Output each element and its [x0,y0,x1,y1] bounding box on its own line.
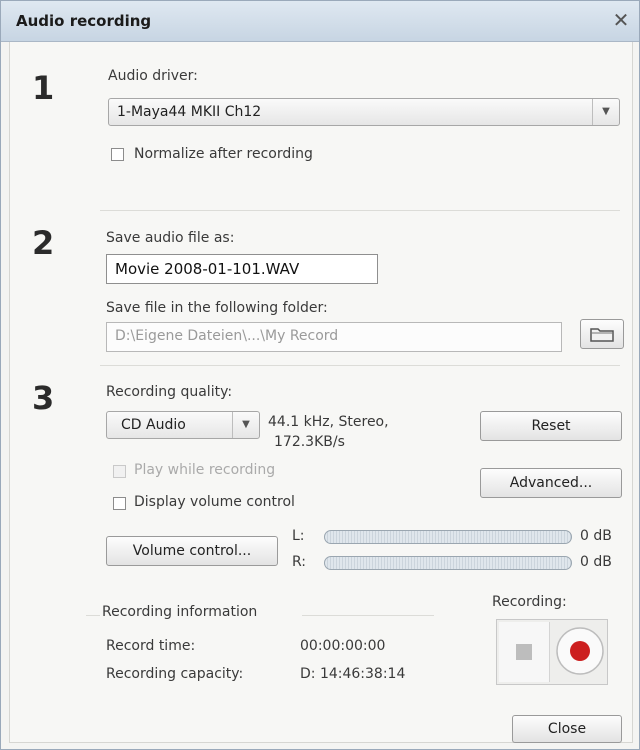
capacity-value: D: 14:46:38:14 [300,666,406,682]
info-divider-left [86,615,100,616]
folder-label: Save file in the following folder: [106,300,328,316]
capacity-label: Recording capacity: [106,666,244,682]
recording-heading: Recording: [492,594,567,610]
audio-recording-dialog: Audio recording ✕ 1 Audio driver: 1-Maya… [0,0,640,750]
folder-icon [590,328,614,342]
left-level-value: 0 dB [580,528,612,544]
save-as-label: Save audio file as: [106,230,235,246]
right-level-value: 0 dB [580,554,612,570]
quality-description-line1: 44.1 kHz, Stereo, [268,414,389,430]
stop-button[interactable] [499,622,550,682]
step-number-2: 2 [32,224,55,262]
reset-button[interactable]: Reset [480,411,622,441]
chevron-down-icon: ▼ [232,412,259,438]
display-volume-label: Display volume control [134,494,295,510]
right-level-meter [324,556,572,570]
recording-info-heading: Recording information [102,604,258,620]
close-icon[interactable]: ✕ [609,8,633,32]
close-button[interactable]: Close [512,715,622,743]
normalize-checkbox[interactable] [111,148,124,161]
window-title: Audio recording [16,12,152,30]
info-divider-right [302,615,434,616]
record-time-value: 00:00:00:00 [300,638,386,654]
step-number-3: 3 [32,379,55,417]
display-volume-checkbox[interactable] [113,497,126,510]
record-icon [556,627,604,675]
chevron-down-icon: ▼ [592,99,619,125]
advanced-button[interactable]: Advanced... [480,468,622,498]
folder-path-field[interactable]: D:\Eigene Dateien\...\My Record [106,322,562,352]
play-while-recording-checkbox[interactable] [113,465,126,478]
step-number-1: 1 [32,69,55,107]
audio-driver-value: 1-Maya44 MKII Ch12 [117,104,262,120]
record-time-label: Record time: [106,638,196,654]
title-bar[interactable]: Audio recording ✕ [1,1,639,42]
right-channel-label: R: [292,554,307,570]
left-level-meter [324,530,572,544]
quality-dropdown[interactable]: CD Audio ▼ [106,411,260,439]
dialog-body: 1 Audio driver: 1-Maya44 MKII Ch12 ▼ Nor… [9,42,633,743]
browse-folder-button[interactable] [580,319,624,349]
audio-driver-label: Audio driver: [108,68,198,84]
record-button[interactable] [555,626,605,676]
quality-value: CD Audio [121,417,186,433]
normalize-label: Normalize after recording [134,146,313,162]
section-divider-2 [100,365,620,366]
recording-controls [496,619,608,685]
quality-description-line2: 172.3KB/s [274,434,345,450]
stop-icon [516,644,532,660]
left-channel-label: L: [292,528,305,544]
play-while-recording-label: Play while recording [134,462,276,478]
recording-quality-label: Recording quality: [106,384,233,400]
volume-control-button[interactable]: Volume control... [106,536,278,566]
section-divider-1 [100,210,620,211]
audio-driver-dropdown[interactable]: 1-Maya44 MKII Ch12 ▼ [108,98,620,126]
filename-input[interactable]: Movie 2008-01-101.WAV [106,254,378,284]
